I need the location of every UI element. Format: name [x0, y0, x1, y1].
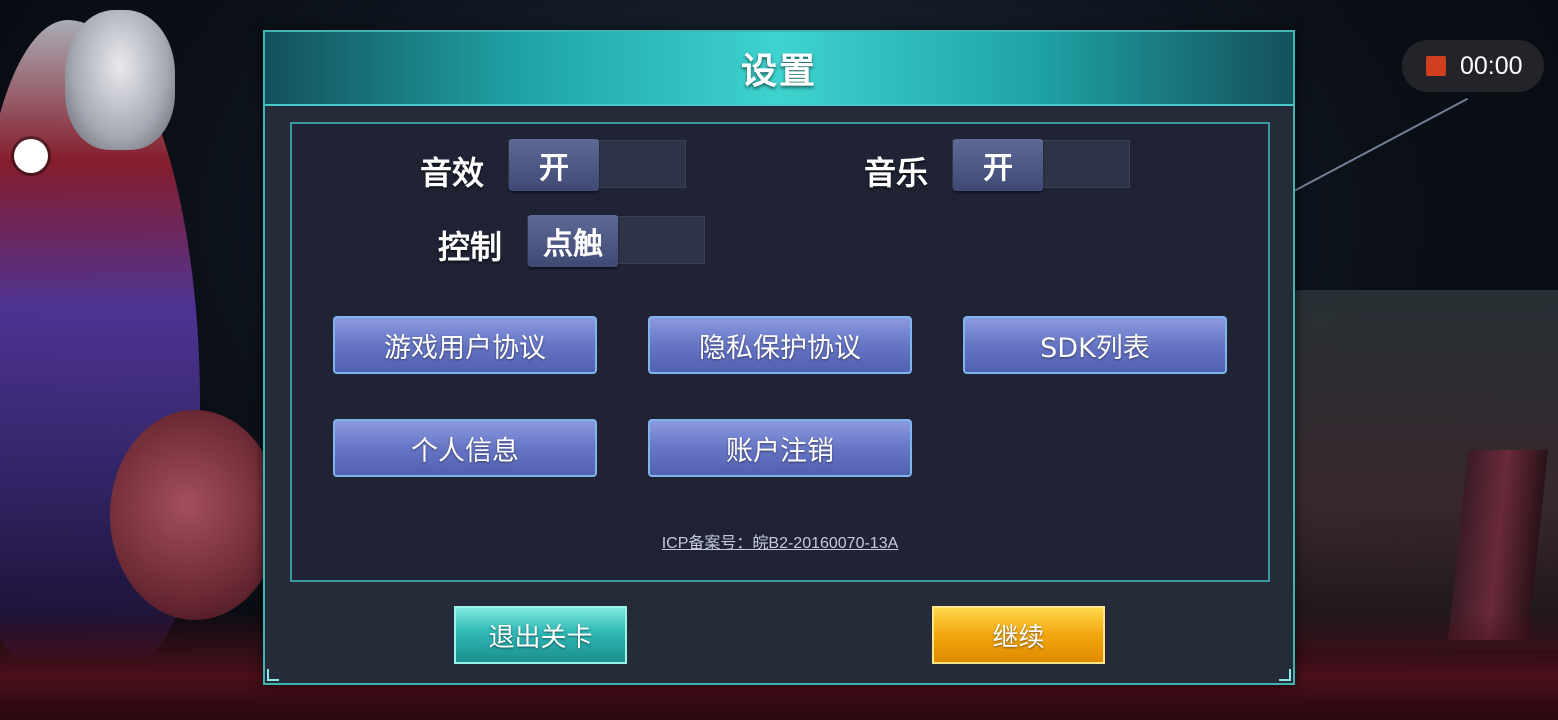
- sound-effects-toggle-knob[interactable]: 开: [509, 139, 599, 191]
- music-label: 音乐: [864, 154, 929, 192]
- privacy-policy-button[interactable]: 隐私保护协议: [648, 316, 912, 374]
- joystick-knob[interactable]: [14, 139, 48, 173]
- dialog-title: 设置: [740, 51, 817, 92]
- dialog-header: 设置: [265, 32, 1293, 106]
- screen-record-timer[interactable]: 00:00: [1402, 40, 1544, 92]
- record-time: 00:00: [1460, 51, 1523, 80]
- music-toggle[interactable]: 开: [952, 139, 1130, 191]
- control-toggle[interactable]: 点触: [527, 215, 705, 267]
- corner-decoration: [1279, 669, 1291, 681]
- background-rock: [110, 410, 280, 620]
- hero-head: [65, 10, 175, 150]
- control-label: 控制: [438, 228, 503, 266]
- music-toggle-knob[interactable]: 开: [953, 139, 1043, 191]
- continue-button[interactable]: 继续: [932, 606, 1105, 664]
- exit-level-button[interactable]: 退出关卡: [454, 606, 627, 664]
- corner-decoration: [267, 669, 279, 681]
- sound-effects-label: 音效: [420, 154, 485, 192]
- personal-info-button[interactable]: 个人信息: [333, 419, 597, 477]
- sound-effects-toggle[interactable]: 开: [508, 139, 686, 191]
- icp-license-link[interactable]: ICP备案号：皖B2-20160070-13A: [292, 529, 1268, 553]
- sdk-list-button[interactable]: SDK列表: [963, 316, 1227, 374]
- stop-record-icon[interactable]: [1426, 56, 1446, 76]
- account-cancel-button[interactable]: 账户注销: [648, 419, 912, 477]
- user-agreement-button[interactable]: 游戏用户协议: [333, 316, 597, 374]
- control-toggle-knob[interactable]: 点触: [528, 215, 618, 267]
- settings-panel: 音效 开 音乐 开 控制 点触 游戏用户协议 隐私保护协议 SDK列表 个人信息…: [290, 122, 1270, 582]
- settings-dialog: 设置 音效 开 音乐 开 控制 点触 游戏用户协议 隐私保护协议 SDK列表 个…: [263, 30, 1295, 685]
